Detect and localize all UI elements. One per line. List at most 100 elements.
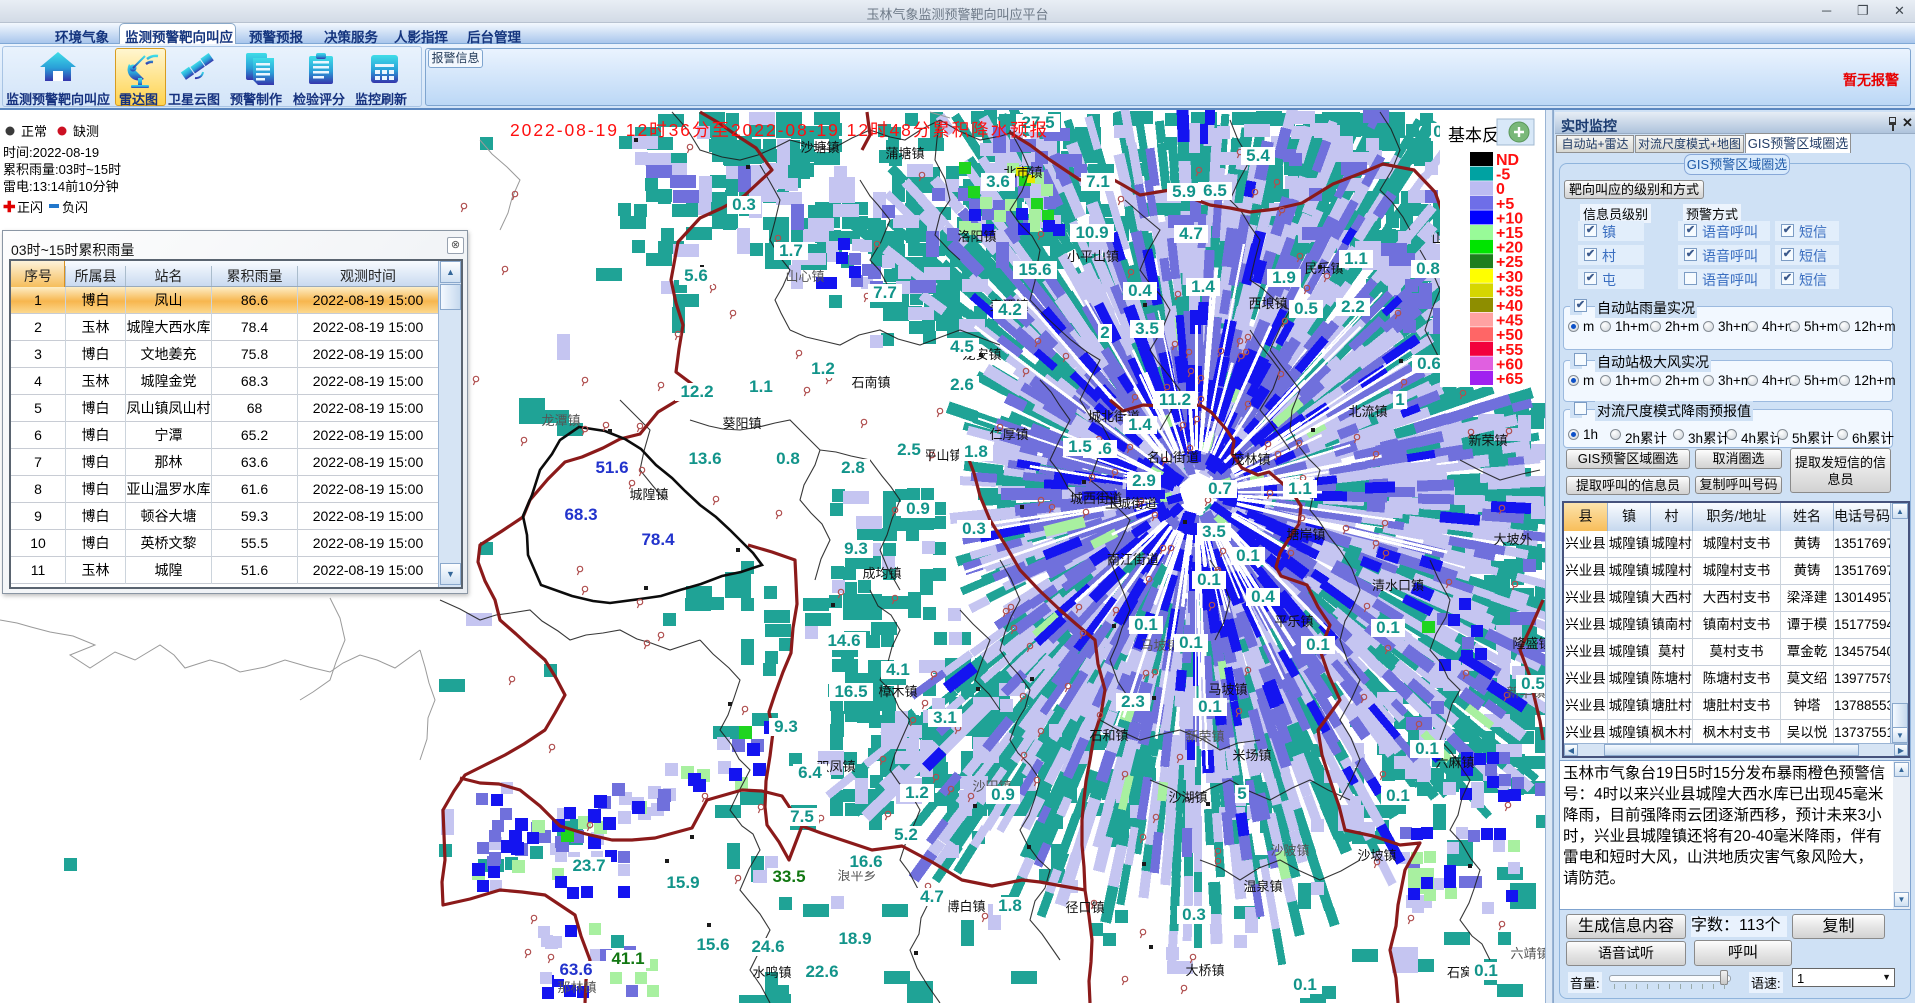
- svg-text:6.4: 6.4: [798, 763, 822, 782]
- svg-text:沙湖镇: 沙湖镇: [1168, 790, 1207, 805]
- svg-text:平山镇: 平山镇: [923, 448, 962, 463]
- svg-text:径口镇: 径口镇: [1065, 900, 1104, 915]
- svg-text:沙塘镇: 沙塘镇: [800, 140, 839, 155]
- svg-text:0.1: 0.1: [1293, 975, 1317, 994]
- svg-text:北流镇: 北流镇: [1348, 404, 1387, 419]
- svg-text:3.5: 3.5: [1135, 319, 1159, 338]
- svg-text:18.9: 18.9: [838, 929, 871, 948]
- svg-text:民乐镇: 民乐镇: [1304, 261, 1343, 276]
- svg-text:5.4: 5.4: [1246, 146, 1270, 165]
- svg-text:0.1: 0.1: [1415, 739, 1439, 758]
- svg-text:9.3: 9.3: [844, 539, 868, 558]
- svg-text:4.1: 4.1: [886, 660, 910, 679]
- svg-text:0.8: 0.8: [1416, 259, 1440, 278]
- svg-text:西埌镇: 西埌镇: [1248, 296, 1287, 311]
- svg-text:仁厚镇: 仁厚镇: [989, 427, 1028, 442]
- svg-text:缺测: 缺测: [73, 124, 99, 139]
- svg-text:马坡镇: 马坡镇: [1208, 682, 1247, 697]
- svg-text:博白镇: 博白镇: [946, 899, 985, 914]
- svg-text:0.3: 0.3: [1182, 905, 1206, 924]
- svg-text:11.2: 11.2: [1159, 390, 1191, 409]
- svg-text:1.2: 1.2: [811, 359, 835, 378]
- svg-text:沙陂镇: 沙陂镇: [1270, 843, 1309, 858]
- svg-text:24.6: 24.6: [751, 937, 784, 956]
- svg-text:清水口镇: 清水口镇: [1372, 578, 1424, 593]
- svg-text:时间:2022-08-19: 时间:2022-08-19: [3, 145, 99, 160]
- svg-text:22.6: 22.6: [805, 962, 838, 981]
- svg-text:12.2: 12.2: [680, 382, 713, 401]
- svg-text:1.1: 1.1: [1288, 479, 1312, 498]
- svg-text:9.3: 9.3: [774, 717, 798, 736]
- svg-text:那林镇: 那林镇: [557, 980, 596, 995]
- svg-text:10.9: 10.9: [1075, 223, 1108, 242]
- svg-text:3.6: 3.6: [986, 172, 1010, 191]
- svg-text:正闪: 正闪: [17, 200, 43, 215]
- svg-text:负闪: 负闪: [62, 200, 88, 215]
- svg-text:2022-08-19 12时36分至2022-08-19 1: 2022-08-19 12时36分至2022-08-19 12时48分累积降水预…: [510, 120, 1047, 140]
- svg-text:1.5: 1.5: [1068, 437, 1092, 456]
- svg-text:5.2: 5.2: [894, 825, 918, 844]
- svg-text:0.1: 0.1: [1306, 635, 1330, 654]
- svg-text:5: 5: [1237, 784, 1246, 803]
- svg-text:南江街道: 南江街道: [1107, 552, 1159, 567]
- svg-text:1.9: 1.9: [1272, 268, 1296, 287]
- svg-text:3.5: 3.5: [1202, 522, 1226, 541]
- svg-text:石南镇: 石南镇: [851, 375, 890, 390]
- svg-text:+65: +65: [1496, 371, 1523, 388]
- svg-text:大桥镇: 大桥镇: [1185, 963, 1224, 978]
- svg-text:0.1: 0.1: [1197, 570, 1221, 589]
- svg-text:平乐镇: 平乐镇: [1274, 614, 1313, 629]
- svg-text:2.3: 2.3: [1121, 692, 1145, 711]
- svg-text:0.1: 0.1: [1134, 615, 1158, 634]
- svg-text:1.8: 1.8: [964, 442, 988, 461]
- svg-text:0.6: 0.6: [1417, 354, 1441, 373]
- svg-text:23.7: 23.7: [572, 856, 605, 875]
- svg-text:城隍镇: 城隍镇: [629, 487, 668, 502]
- svg-text:✚: ✚: [3, 199, 16, 216]
- svg-text:4.7: 4.7: [1179, 224, 1203, 243]
- svg-text:隆盛镇: 隆盛镇: [1512, 636, 1545, 651]
- svg-text:雷电:13:14前10分钟: 雷电:13:14前10分钟: [3, 179, 119, 194]
- svg-text:小平山镇: 小平山镇: [1067, 249, 1119, 264]
- svg-text:樟木镇: 樟木镇: [878, 684, 917, 699]
- svg-text:2.6: 2.6: [950, 375, 974, 394]
- svg-text:41.1: 41.1: [611, 949, 644, 968]
- svg-text:16.5: 16.5: [834, 682, 867, 701]
- svg-text:0.1: 0.1: [1376, 618, 1400, 637]
- svg-text:沙坡镇: 沙坡镇: [1357, 848, 1396, 863]
- svg-text:5.6: 5.6: [684, 266, 708, 285]
- svg-text:0.5: 0.5: [1521, 674, 1545, 693]
- svg-text:1.1: 1.1: [1344, 249, 1368, 268]
- svg-text:新荣镇: 新荣镇: [1185, 729, 1224, 744]
- svg-text:4.5: 4.5: [950, 337, 974, 356]
- svg-text:0.9: 0.9: [906, 499, 930, 518]
- svg-text:六靖镇: 六靖镇: [1510, 946, 1545, 961]
- svg-text:基本反: 基本反: [1448, 126, 1499, 145]
- svg-text:16.6: 16.6: [849, 852, 882, 871]
- svg-text:累积雨量:03时~15时: 累积雨量:03时~15时: [3, 162, 121, 177]
- svg-text:0.7: 0.7: [1208, 479, 1232, 498]
- svg-text:龙潭镇: 龙潭镇: [541, 413, 580, 428]
- svg-text:5.9: 5.9: [1172, 182, 1196, 201]
- svg-text:新荣镇: 新荣镇: [1468, 433, 1507, 448]
- svg-text:14.6: 14.6: [827, 631, 860, 650]
- svg-text:名山街道: 名山街道: [1147, 450, 1199, 465]
- svg-text:大坡外: 大坡外: [1493, 532, 1532, 547]
- svg-text:城西街道: 城西街道: [1070, 491, 1122, 506]
- svg-text:1.8: 1.8: [998, 896, 1022, 915]
- svg-text:0.9: 0.9: [991, 785, 1015, 804]
- svg-text:2.5: 2.5: [897, 440, 921, 459]
- svg-text:2.9: 2.9: [1132, 471, 1156, 490]
- svg-text:温泉镇: 温泉镇: [1243, 879, 1282, 894]
- svg-text:0.1: 0.1: [1179, 633, 1203, 652]
- svg-text:1: 1: [1395, 390, 1404, 409]
- svg-text:6.5: 6.5: [1203, 181, 1227, 200]
- svg-text:13.6: 13.6: [688, 449, 721, 468]
- svg-text:0.1: 0.1: [1386, 786, 1410, 805]
- svg-text:马坡镇: 马坡镇: [1140, 638, 1179, 653]
- svg-text:63.6: 63.6: [559, 960, 592, 979]
- svg-text:2: 2: [1100, 323, 1109, 342]
- svg-text:15.6: 15.6: [1018, 260, 1051, 279]
- svg-text:正常: 正常: [21, 124, 47, 139]
- svg-text:蒲塘镇: 蒲塘镇: [885, 146, 924, 161]
